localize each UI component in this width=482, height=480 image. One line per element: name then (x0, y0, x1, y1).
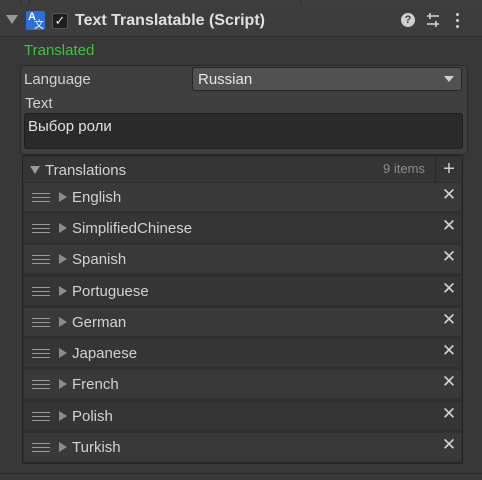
remove-item-button[interactable]: ✕ (440, 279, 458, 299)
help-icon[interactable]: ? (399, 11, 417, 29)
language-value: Russian (198, 71, 253, 88)
text-field[interactable]: Выбор роли (24, 113, 463, 149)
divider (0, 473, 482, 474)
expand-arrow-icon[interactable] (59, 442, 67, 452)
drag-handle-icon[interactable] (32, 443, 50, 452)
list-item-label: English (72, 189, 122, 206)
foldout-arrow-icon[interactable] (30, 166, 40, 174)
drag-handle-icon[interactable] (32, 380, 50, 389)
remove-item-button[interactable]: ✕ (440, 404, 458, 424)
expand-arrow-icon[interactable] (59, 192, 67, 202)
language-label: Language (24, 71, 91, 88)
component-title: Text Translatable (Script) (75, 12, 265, 29)
chevron-down-icon (444, 76, 454, 82)
list-item-label: Spanish (72, 251, 127, 268)
list-item-label: Portuguese (72, 283, 149, 300)
list-item-label: SimplifiedChinese (72, 220, 193, 237)
translations-title: Translations (45, 162, 127, 179)
list-item-label: Japanese (72, 345, 138, 362)
list-item-label: Turkish (72, 439, 121, 456)
item-count: 9 items (383, 161, 425, 176)
expand-arrow-icon[interactable] (59, 348, 67, 358)
text-label: Text (25, 95, 53, 112)
list-item[interactable]: Spanish ✕ (24, 245, 461, 273)
drag-handle-icon[interactable] (32, 412, 50, 421)
drag-handle-icon[interactable] (32, 193, 50, 202)
preset-icon[interactable] (424, 11, 442, 29)
list-item-label: French (72, 376, 119, 393)
list-item[interactable]: SimplifiedChinese ✕ (24, 214, 461, 242)
remove-item-button[interactable]: ✕ (440, 372, 458, 392)
text-value: Выбор роли (28, 118, 112, 135)
translations-list: English ✕ SimplifiedChinese ✕ Spanish ✕ … (22, 182, 463, 464)
enable-checkbox[interactable]: ✓ (52, 13, 68, 29)
translate-icon: A 文 (26, 11, 45, 31)
drag-handle-icon[interactable] (32, 287, 50, 296)
list-item[interactable]: English ✕ (24, 183, 461, 211)
expand-arrow-icon[interactable] (59, 411, 67, 421)
list-item[interactable]: Polish ✕ (24, 402, 461, 430)
menu-icon[interactable] (449, 11, 467, 29)
expand-arrow-icon[interactable] (59, 223, 67, 233)
translations-list-header[interactable]: Translations 9 items + (22, 155, 463, 184)
remove-item-button[interactable]: ✕ (440, 247, 458, 267)
expand-arrow-icon[interactable] (59, 254, 67, 264)
remove-item-button[interactable]: ✕ (440, 341, 458, 361)
list-item[interactable]: German ✕ (24, 308, 461, 336)
drag-handle-icon[interactable] (32, 349, 50, 358)
list-item[interactable]: Portuguese ✕ (24, 277, 461, 305)
remove-item-button[interactable]: ✕ (440, 185, 458, 205)
list-item-label: Polish (72, 408, 113, 425)
divider (435, 156, 436, 183)
list-item-label: German (72, 314, 127, 331)
expand-arrow-icon[interactable] (59, 379, 67, 389)
language-dropdown[interactable]: Russian (192, 67, 462, 91)
status-label: Translated (24, 42, 95, 59)
drag-handle-icon[interactable] (32, 318, 50, 327)
remove-item-button[interactable]: ✕ (440, 216, 458, 236)
drag-handle-icon[interactable] (32, 255, 50, 264)
list-item[interactable]: Japanese ✕ (24, 339, 461, 367)
add-item-button[interactable]: + (438, 158, 460, 180)
expand-arrow-icon[interactable] (59, 286, 67, 296)
component-header[interactable]: A 文 ✓ Text Translatable (Script) ? (0, 4, 482, 37)
list-item[interactable]: Turkish ✕ (24, 433, 461, 461)
expand-arrow-icon[interactable] (59, 317, 67, 327)
foldout-arrow-icon[interactable] (6, 15, 18, 24)
list-item[interactable]: French ✕ (24, 370, 461, 398)
remove-item-button[interactable]: ✕ (440, 435, 458, 455)
remove-item-button[interactable]: ✕ (440, 310, 458, 330)
drag-handle-icon[interactable] (32, 224, 50, 233)
